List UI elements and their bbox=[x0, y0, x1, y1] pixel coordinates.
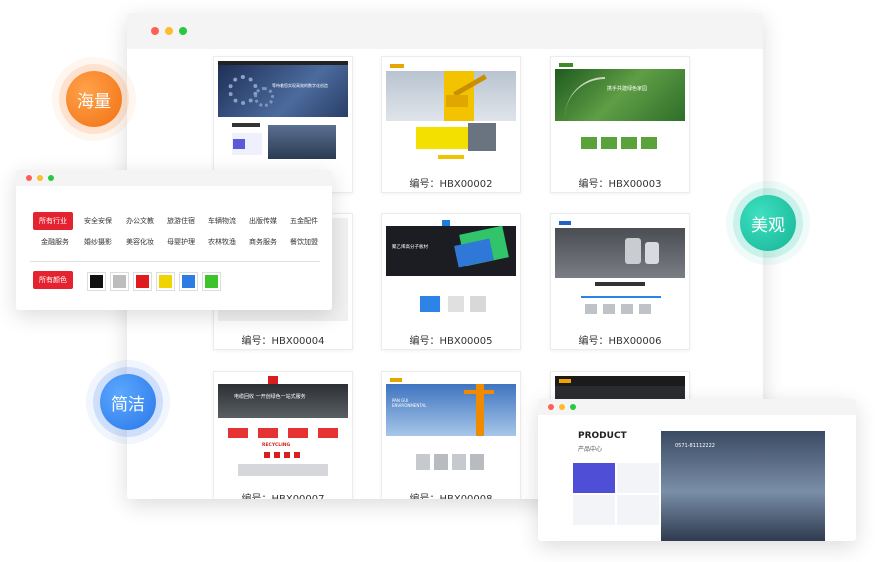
color-swatch[interactable] bbox=[180, 273, 197, 290]
template-card-7[interactable]: 电缆回收 一开创绿色一站式服务 RECYCLING 编号：HBX00007 bbox=[213, 371, 353, 499]
window-titlebar bbox=[16, 170, 332, 186]
product-tile[interactable] bbox=[617, 463, 659, 493]
template-code: 编号：HBX00003 bbox=[578, 179, 662, 190]
industry-tag[interactable]: 餐饮加盟 bbox=[290, 237, 318, 247]
hero-text: 携手共建绿色家园 bbox=[607, 86, 648, 92]
industry-tag[interactable]: 商务服务 bbox=[249, 237, 277, 247]
template-code: 编号：HBX00007 bbox=[214, 490, 352, 499]
product-title: PRODUCT bbox=[578, 431, 627, 441]
filter-window: 所有行业 安全安保 办公文教 旅游住宿 车辆物流 出版传媒 五金配件 金融服务 … bbox=[16, 170, 332, 310]
industry-tag[interactable]: 美容化妆 bbox=[126, 237, 154, 247]
minimize-dot-icon[interactable] bbox=[165, 27, 173, 35]
bubble-jianjie: 简洁 bbox=[100, 374, 156, 430]
product-tile[interactable] bbox=[573, 495, 615, 525]
industry-tag[interactable]: 安全安保 bbox=[84, 216, 112, 226]
template-card-6[interactable]: 编号：HBX00006 bbox=[550, 213, 690, 350]
template-thumbnail bbox=[386, 61, 516, 164]
template-code: 编号：HBX00008 bbox=[382, 490, 520, 499]
industry-tag[interactable]: 农林牧渔 bbox=[208, 237, 236, 247]
template-code: 编号：HBX00004 bbox=[241, 336, 325, 347]
product-tile-active[interactable] bbox=[573, 463, 615, 493]
template-card-8[interactable]: PAN GUI ENVIRONMENTAL 编号：HBX00008 bbox=[381, 371, 521, 499]
product-tile[interactable] bbox=[617, 495, 659, 525]
product-subtitle: 产品中心 bbox=[578, 446, 603, 453]
industry-tag[interactable]: 出版传媒 bbox=[249, 216, 277, 226]
bubble-meiguan: 美观 bbox=[740, 195, 796, 251]
industry-tag[interactable]: 金融服务 bbox=[41, 237, 69, 247]
color-swatch[interactable] bbox=[88, 273, 105, 290]
close-dot-icon[interactable] bbox=[26, 175, 32, 181]
color-swatch[interactable] bbox=[203, 273, 220, 290]
window-titlebar bbox=[127, 13, 763, 49]
close-dot-icon[interactable] bbox=[548, 404, 554, 410]
minimize-dot-icon[interactable] bbox=[37, 175, 43, 181]
template-thumbnail: 电缆回收 一开创绿色一站式服务 RECYCLING bbox=[218, 376, 348, 479]
color-swatch[interactable] bbox=[157, 273, 174, 290]
template-thumbnail: PAN GUI ENVIRONMENTAL bbox=[386, 376, 516, 479]
industry-tag[interactable]: 旅游住宿 bbox=[167, 216, 195, 226]
template-code: 编号：HBX00002 bbox=[409, 179, 493, 190]
template-code: 编号：HBX00005 bbox=[409, 336, 493, 347]
hero-text: 电缆回收 一开创绿色一站式服务 bbox=[234, 394, 306, 400]
industry-tag[interactable]: 办公文教 bbox=[126, 216, 154, 226]
template-card-2[interactable]: 编号：HBX00002 bbox=[381, 56, 521, 193]
color-all-button[interactable]: 所有颜色 bbox=[33, 271, 73, 289]
industry-tag[interactable]: 婚纱摄影 bbox=[84, 237, 112, 247]
window-titlebar bbox=[538, 399, 856, 415]
industry-tag[interactable]: 五金配件 bbox=[290, 216, 318, 226]
template-thumbnail bbox=[555, 218, 685, 321]
hero-number: 0571-81112222 bbox=[675, 443, 715, 449]
template-code: 编号：HBX00006 bbox=[578, 336, 662, 347]
maximize-dot-icon[interactable] bbox=[570, 404, 576, 410]
product-preview-window: PRODUCT 产品中心 0571-81112222 bbox=[538, 399, 856, 541]
hero-text: 等待着您实现高效的数字化创造 bbox=[272, 83, 328, 88]
template-thumbnail: 等待着您实现高效的数字化创造 bbox=[218, 61, 348, 164]
color-swatch[interactable] bbox=[111, 273, 128, 290]
maximize-dot-icon[interactable] bbox=[48, 175, 54, 181]
hero-text: PAN GUI ENVIRONMENTAL bbox=[392, 398, 427, 408]
industry-tag[interactable]: 母婴护理 bbox=[167, 237, 195, 247]
color-swatch[interactable] bbox=[134, 273, 151, 290]
template-card-5[interactable]: 聚乙烯高分子板材 编号：HBX00005 bbox=[381, 213, 521, 350]
industry-all-button[interactable]: 所有行业 bbox=[33, 212, 73, 230]
industry-tag[interactable]: 车辆物流 bbox=[208, 216, 236, 226]
divider bbox=[30, 261, 320, 262]
hero-text: 聚乙烯高分子板材 bbox=[392, 245, 428, 250]
section-tag: RECYCLING bbox=[262, 443, 291, 448]
template-thumbnail: 携手共建绿色家园 bbox=[555, 61, 685, 164]
template-card-3[interactable]: 携手共建绿色家园 编号：HBX00003 bbox=[550, 56, 690, 193]
template-thumbnail: 聚乙烯高分子板材 bbox=[386, 218, 516, 321]
maximize-dot-icon[interactable] bbox=[179, 27, 187, 35]
close-dot-icon[interactable] bbox=[151, 27, 159, 35]
bubble-haliang: 海量 bbox=[66, 71, 122, 127]
minimize-dot-icon[interactable] bbox=[559, 404, 565, 410]
